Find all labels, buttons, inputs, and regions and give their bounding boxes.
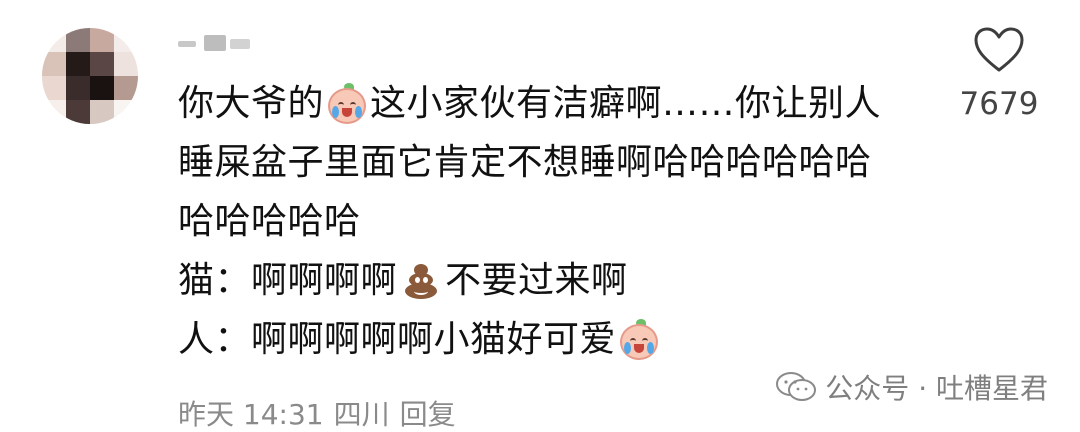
reply-button[interactable]: 回复 <box>400 393 456 432</box>
comment-text: 不要过来啊 <box>445 260 628 301</box>
avatar[interactable] <box>42 28 138 124</box>
comment-location: 四川 <box>333 398 390 431</box>
comment-line-3: 哈哈哈哈哈 <box>178 192 938 251</box>
like-count: 7679 <box>959 86 1039 122</box>
comment-line-1: 你大爷的 这小家伙有洁癖啊……你让别人 <box>178 74 938 133</box>
comment-text: 哈哈哈哈哈 <box>178 201 361 242</box>
comment-body: 你大爷的 这小家伙有洁癖啊……你让别人 睡屎盆子里面它肯定不想睡啊哈哈哈哈哈哈 … <box>178 74 938 369</box>
comment-time: 昨天 14:31 <box>178 398 324 431</box>
username-blurred[interactable] <box>178 33 256 53</box>
comment-text: 人：啊啊啊啊啊小猫好可爱 <box>178 319 617 360</box>
comment-line-5: 人：啊啊啊啊啊小猫好可爱 <box>178 310 938 369</box>
watermark: 公众号 · 吐槽星君 <box>775 367 1048 407</box>
heart-icon[interactable] <box>972 26 1026 74</box>
wechat-icon <box>776 372 817 401</box>
crying-face-emoji-icon <box>618 318 660 361</box>
comment-item: 你大爷的 这小家伙有洁癖啊……你让别人 睡屎盆子里面它肯定不想睡啊哈哈哈哈哈哈 … <box>0 0 1080 432</box>
comment-text: 睡屎盆子里面它肯定不想睡啊哈哈哈哈哈哈 <box>178 142 872 183</box>
comment-line-4: 猫：啊啊啊啊 不要过来啊 <box>178 251 938 310</box>
crying-face-emoji-icon <box>326 82 368 125</box>
poop-emoji-icon <box>401 261 441 301</box>
comment-text: 猫：啊啊啊啊 <box>178 260 398 301</box>
watermark-text: 公众号 · 吐槽星君 <box>825 372 1048 405</box>
comment-meta: 昨天 14:31 四川 回复 <box>178 393 456 432</box>
comment-line-2: 睡屎盆子里面它肯定不想睡啊哈哈哈哈哈哈 <box>178 133 938 192</box>
like-button[interactable]: 7679 <box>954 26 1044 122</box>
comment-text: 你大爷的 <box>178 83 325 124</box>
comment-text: 这小家伙有洁癖啊……你让别人 <box>370 83 882 124</box>
